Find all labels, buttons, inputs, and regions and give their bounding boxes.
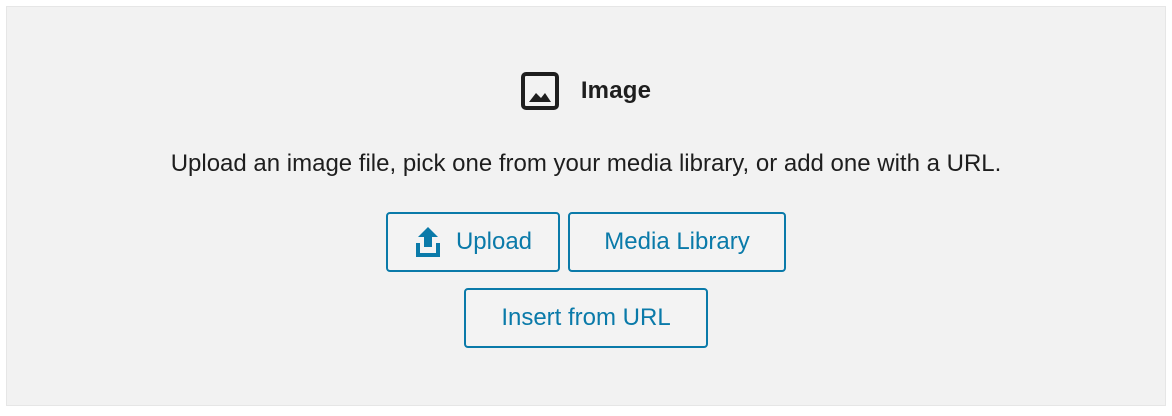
upload-button[interactable]: Upload (386, 212, 560, 272)
image-icon (520, 72, 559, 110)
insert-from-url-button[interactable]: Insert from URL (464, 288, 708, 348)
media-library-button[interactable]: Media Library (568, 212, 786, 272)
upload-button-label: Upload (455, 228, 533, 255)
image-block-placeholder: Image Upload an image file, pick one fro… (6, 6, 1166, 406)
placeholder-instructions: Upload an image file, pick one from your… (170, 150, 1002, 177)
upload-icon (414, 225, 442, 259)
insert-from-url-button-label: Insert from URL (501, 304, 671, 331)
placeholder-label: Image (6, 72, 1166, 110)
media-library-button-label: Media Library (604, 228, 750, 255)
block-title: Image (580, 77, 652, 104)
